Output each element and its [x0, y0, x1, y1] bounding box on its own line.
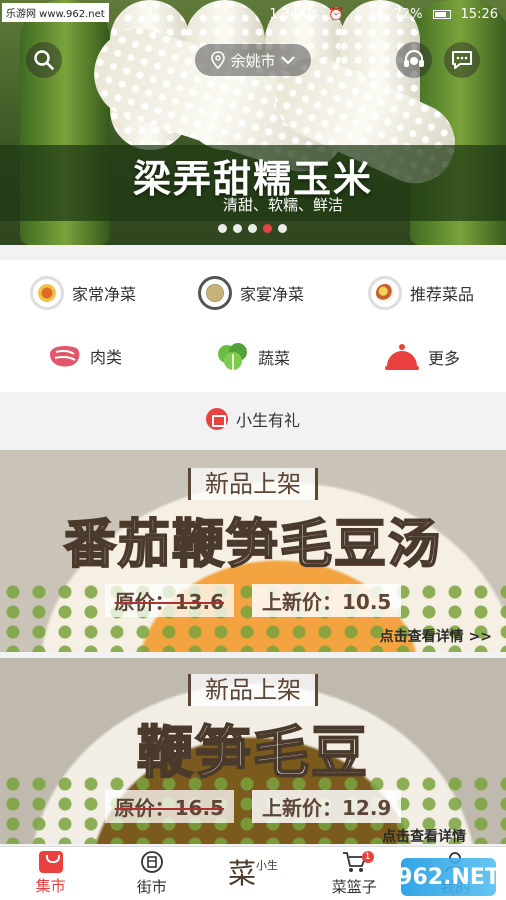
alarm-icon: ⏰	[328, 6, 345, 22]
carousel-dot[interactable]	[218, 224, 227, 233]
customer-service-button[interactable]	[396, 42, 432, 78]
battery-level: 72%	[393, 6, 423, 22]
promo-title: 鞭笋毛豆	[136, 719, 369, 787]
search-icon	[34, 50, 54, 70]
carousel-dots[interactable]	[218, 224, 287, 233]
category-meat[interactable]: 肉类	[46, 342, 122, 370]
meat-icon	[50, 346, 80, 367]
category-label: 推荐菜品	[410, 285, 475, 304]
gift-icon	[205, 408, 228, 430]
site-logo-watermark: 962.NET	[397, 858, 500, 896]
hero-banner[interactable]: 梁弄甜糯玉米 清甜、软糯、鲜洁	[0, 0, 506, 245]
carousel-dot[interactable]	[233, 224, 242, 233]
search-button[interactable]	[26, 42, 62, 78]
promo-price: 原价：13.6 上新价：10.5	[0, 584, 506, 617]
category-home-dishes[interactable]: 家常净菜	[30, 276, 136, 310]
banquet-dish-icon	[198, 276, 232, 310]
category-grid: 家常净菜 家宴净菜 推荐菜品 肉类 蔬菜 更多	[0, 260, 506, 392]
category-more[interactable]: 更多	[384, 342, 460, 372]
promo-title: 番茄鞭笋毛豆汤	[63, 513, 442, 576]
network-speed: 1.34K/s	[269, 6, 319, 22]
old-price: 原价：13.6	[104, 584, 234, 617]
brand-char: 菜	[228, 856, 257, 890]
category-label: 蔬菜	[258, 349, 291, 368]
home-dish-icon	[30, 276, 64, 310]
brand-logo: 菜小生	[228, 856, 279, 890]
street-icon	[140, 851, 163, 873]
promo-banner[interactable]: 新品上架 鞭笋毛豆 原价：16.5 上新价：12.9 点击查看详情	[0, 658, 506, 844]
location-label: 余姚市	[230, 51, 276, 70]
section-header: 小生有礼	[0, 398, 506, 440]
promo-price: 原价：16.5 上新价：12.9	[0, 790, 506, 823]
promo-tag: 新品上架	[0, 464, 506, 500]
hero-subtitle: 清甜、软糯、鲜洁	[222, 196, 343, 214]
view-details-link[interactable]: 点击查看详情	[382, 826, 466, 844]
battery-icon	[432, 9, 451, 19]
category-label: 家宴净菜	[240, 285, 305, 304]
category-recommended[interactable]: 推荐菜品	[368, 276, 474, 310]
category-banquet-dishes[interactable]: 家宴净菜	[198, 276, 304, 310]
nav-market[interactable]: 集市	[0, 847, 101, 900]
status-bar: 1.34K/s ⏰ ⌔ ▮ 72% 15:26	[269, 6, 498, 23]
chevron-down-icon	[280, 56, 295, 65]
nav-cart[interactable]: 1 菜篮子	[304, 847, 405, 900]
headset-icon	[404, 49, 424, 67]
wifi-icon: ⌔	[354, 7, 367, 22]
market-icon	[38, 851, 63, 873]
view-details-link[interactable]: 点击查看详情 >>	[380, 626, 492, 646]
clock: 15:26	[460, 6, 498, 22]
promo-banner[interactable]: 新品上架 番茄鞭笋毛豆汤 原价：13.6 上新价：10.5 点击查看详情 >>	[0, 450, 506, 652]
category-vegetables[interactable]: 蔬菜	[216, 342, 290, 372]
nav-label: 街市	[136, 878, 167, 896]
promo-tag-text: 新品上架	[188, 674, 318, 706]
category-label: 肉类	[90, 348, 123, 367]
signal-icon: ▮	[376, 6, 384, 22]
nav-label: 菜篮子	[331, 878, 377, 896]
nav-street[interactable]: 街市	[101, 847, 202, 900]
message-button[interactable]	[444, 42, 480, 78]
nav-brand[interactable]: 菜小生	[202, 847, 303, 900]
recommended-dish-icon	[368, 276, 402, 310]
vegetable-icon	[218, 343, 247, 370]
cart-badge: 1	[361, 851, 374, 863]
category-label: 家常净菜	[72, 285, 137, 304]
new-price: 上新价：12.9	[252, 790, 402, 823]
promo-tag: 新品上架	[0, 670, 506, 706]
chat-bubble-icon	[452, 51, 472, 69]
old-price: 原价：16.5	[104, 790, 234, 823]
category-label: 更多	[428, 349, 461, 368]
carousel-dot-active[interactable]	[263, 224, 272, 233]
cloche-icon	[385, 344, 419, 370]
section-title: 小生有礼	[235, 411, 300, 430]
site-watermark: 乐游网 www.962.net	[2, 3, 109, 22]
carousel-dot[interactable]	[248, 224, 257, 233]
nav-label: 集市	[35, 877, 66, 895]
carousel-dot[interactable]	[278, 224, 287, 233]
location-pin-icon	[211, 51, 226, 69]
new-price: 上新价：10.5	[252, 584, 402, 617]
brand-sub: 小生	[256, 858, 279, 872]
location-selector[interactable]: 余姚市	[195, 44, 311, 76]
promo-tag-text: 新品上架	[188, 468, 318, 500]
